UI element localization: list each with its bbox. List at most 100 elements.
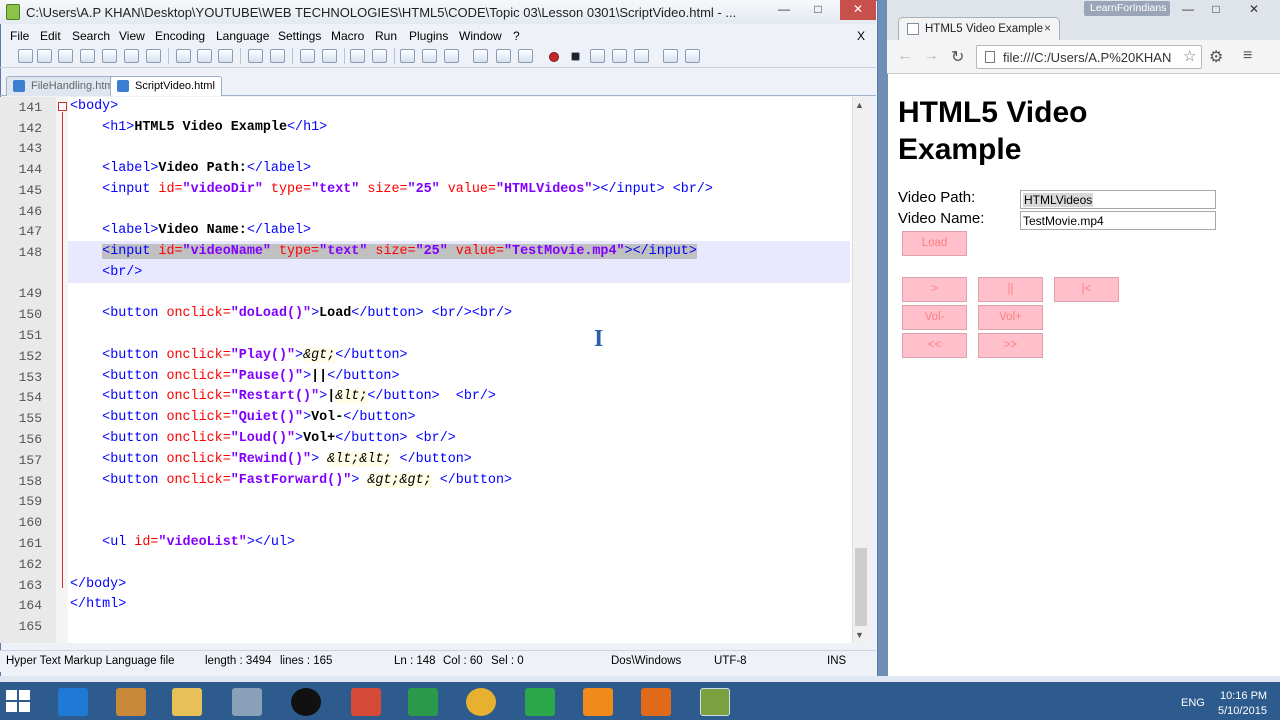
undo-icon[interactable] — [248, 49, 263, 63]
photo-app-icon[interactable] — [291, 688, 321, 716]
fold-toggle-icon[interactable] — [58, 102, 67, 111]
file-icon — [117, 80, 129, 92]
video-path-input[interactable]: HTMLVideos — [1020, 190, 1216, 209]
windows-start-icon[interactable] — [6, 690, 32, 714]
menu-macro[interactable]: Macro — [331, 29, 364, 43]
redo-icon[interactable] — [270, 49, 285, 63]
menu-run[interactable]: Run — [375, 29, 397, 43]
clock-time[interactable]: 10:16 PM — [1220, 690, 1267, 702]
find-icon[interactable] — [300, 49, 315, 63]
tools-app-icon[interactable] — [232, 688, 262, 716]
menu-view[interactable]: View — [119, 29, 145, 43]
scroll-up-icon[interactable]: ▲ — [855, 100, 864, 110]
browser-tab[interactable]: HTML5 Video Example × — [898, 17, 1060, 41]
menu-settings[interactable]: Settings — [278, 29, 321, 43]
line-number: 146 — [18, 204, 42, 219]
back-icon[interactable]: ← — [897, 47, 913, 65]
line-number: 161 — [18, 536, 42, 551]
close-all-icon[interactable] — [124, 49, 139, 63]
file-explorer-icon[interactable] — [172, 688, 202, 716]
bookmark-star-icon[interactable]: ☆ — [1183, 47, 1196, 65]
windows-store-icon[interactable] — [408, 688, 438, 716]
vlc-icon[interactable] — [583, 688, 613, 716]
menu-edit[interactable]: Edit — [40, 29, 61, 43]
profile-badge[interactable]: LearnForIndians — [1084, 1, 1170, 16]
paste-icon[interactable] — [218, 49, 233, 63]
launch-browser-icon[interactable] — [663, 49, 678, 63]
menu-search[interactable]: Search — [72, 29, 110, 43]
sync-vertical-icon[interactable] — [400, 49, 415, 63]
internet-explorer-icon[interactable] — [58, 688, 88, 716]
menu-encoding[interactable]: Encoding — [155, 29, 205, 43]
zoom-in-icon[interactable] — [350, 49, 365, 63]
clock-date[interactable]: 5/10/2015 — [1218, 705, 1267, 717]
play-button[interactable]: > — [902, 277, 967, 302]
chrome-taskbar-icon[interactable] — [466, 688, 496, 716]
save-icon[interactable] — [58, 49, 73, 63]
show-all-chars-icon[interactable] — [473, 49, 488, 63]
store-app-icon[interactable] — [116, 688, 146, 716]
replace-icon[interactable] — [322, 49, 337, 63]
save-macro-icon[interactable] — [634, 49, 649, 63]
scrollbar-thumb[interactable] — [855, 548, 867, 626]
menu-help[interactable]: ? — [513, 29, 520, 43]
spell-check-icon[interactable] — [685, 49, 700, 63]
line-number: 144 — [18, 162, 42, 177]
close-file-icon[interactable] — [102, 49, 117, 63]
address-bar[interactable]: file:///C:/Users/A.P%20KHAN — [976, 45, 1202, 69]
chrome-maximize-icon[interactable]: □ — [1202, 0, 1230, 20]
word-wrap-icon[interactable] — [444, 49, 459, 63]
menu-window[interactable]: Window — [459, 29, 502, 43]
save-all-icon[interactable] — [80, 49, 95, 63]
code-line-154: <button onclick="Restart()">|&lt;</butto… — [70, 389, 496, 404]
menu-language[interactable]: Language — [216, 29, 269, 43]
stop-macro-icon[interactable] — [571, 52, 580, 61]
maximize-icon[interactable]: □ — [804, 0, 832, 20]
user-lang-icon[interactable] — [518, 49, 533, 63]
video-name-input[interactable]: TestMovie.mp4 — [1020, 211, 1216, 230]
play-macro-icon[interactable] — [590, 49, 605, 63]
new-file-icon[interactable] — [18, 49, 33, 63]
record-macro-icon[interactable] — [549, 52, 559, 62]
menu-plugins[interactable]: Plugins — [409, 29, 448, 43]
volume-up-button[interactable]: Vol+ — [978, 305, 1043, 330]
chrome-minimize-icon[interactable]: — — [1174, 0, 1202, 20]
sync-horizontal-icon[interactable] — [422, 49, 437, 63]
tab-filehandling[interactable]: FileHandling.html — [6, 76, 123, 96]
print-icon[interactable] — [146, 49, 161, 63]
indent-guide-icon[interactable] — [496, 49, 511, 63]
pause-button[interactable]: || — [978, 277, 1043, 302]
forward-icon[interactable]: → — [923, 47, 939, 65]
chrome-menu-icon[interactable]: ≡ — [1243, 47, 1252, 65]
close-icon[interactable]: ✕ — [840, 0, 876, 20]
code-tag: <h1> — [102, 120, 135, 135]
line-number: 151 — [18, 328, 42, 343]
run-macro-multiple-icon[interactable] — [612, 49, 627, 63]
cut-icon[interactable] — [176, 49, 191, 63]
copy-icon[interactable] — [197, 49, 212, 63]
office-icon[interactable] — [641, 688, 671, 716]
volume-down-button[interactable]: Vol- — [902, 305, 967, 330]
tab-close-icon[interactable]: × — [1044, 21, 1051, 35]
scroll-down-icon[interactable]: ▼ — [855, 630, 864, 640]
tab-scriptvideo[interactable]: ScriptVideo.html — [110, 76, 222, 96]
fast-forward-button[interactable]: >> — [978, 333, 1043, 358]
code-tag: <label> — [102, 223, 159, 238]
load-button[interactable]: Load — [902, 231, 967, 256]
restart-button[interactable]: |< — [1054, 277, 1119, 302]
document-tab-bar: FileHandling.html ScriptVideo.html — [0, 74, 876, 96]
minimize-icon[interactable]: — — [770, 0, 798, 20]
open-file-icon[interactable] — [37, 49, 52, 63]
reload-icon[interactable]: ↻ — [951, 47, 964, 67]
extension-icon[interactable]: ⚙ — [1209, 47, 1223, 67]
menu-close-document[interactable]: X — [857, 29, 865, 43]
rewind-button[interactable]: << — [902, 333, 967, 358]
zoom-out-icon[interactable] — [372, 49, 387, 63]
language-indicator[interactable]: ENG — [1181, 697, 1205, 709]
media-app-icon[interactable] — [351, 688, 381, 716]
chrome-close-icon[interactable]: ✕ — [1234, 0, 1274, 20]
menu-file[interactable]: File — [10, 29, 29, 43]
code-tag: > — [311, 452, 328, 467]
publisher-icon[interactable] — [525, 688, 555, 716]
notepadpp-taskbar-icon[interactable] — [700, 688, 730, 716]
